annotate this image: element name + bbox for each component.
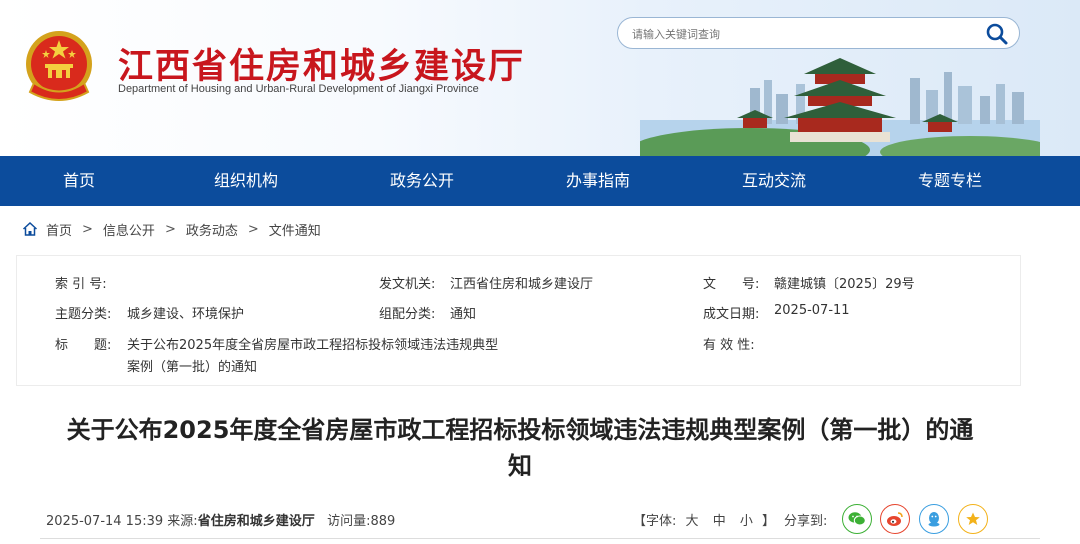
document-metadata: 索 引 号: 发文机关: 江西省住房和城乡建设厅 文 号: 赣建城镇〔2025〕… <box>16 255 1021 386</box>
assembly-category-label: 组配分类: <box>379 307 436 322</box>
article-title-line1: 关于公布2025年度全省房屋市政工程招标投标领域违法违规典型案例（第一批）的通 <box>66 416 974 444</box>
breadcrumb-separator: > <box>247 221 259 237</box>
nav-item-organization[interactable]: 组织机构 <box>158 156 334 206</box>
written-date-value: 2025-07-11 <box>774 303 850 318</box>
title-value-line1: 关于公布2025年度全省房屋市政工程招标投标领域违法违规典型 <box>127 338 499 353</box>
assembly-category-value: 通知 <box>450 307 477 322</box>
font-size-close: 】 <box>762 514 776 529</box>
share-weibo-button[interactable] <box>880 504 910 534</box>
issuer-label: 发文机关: <box>379 277 436 292</box>
nav-item-government-affairs[interactable]: 政务公开 <box>334 156 510 206</box>
site-subtitle: Department of Housing and Urban-Rural De… <box>118 83 479 95</box>
favorite-icon <box>966 512 980 525</box>
nav-item-special-topics[interactable]: 专题专栏 <box>862 156 1038 206</box>
home-icon[interactable] <box>22 221 38 237</box>
breadcrumb-separator: > <box>164 221 176 237</box>
wechat-icon <box>848 512 866 526</box>
main-nav: 首页 组织机构 政务公开 办事指南 互动交流 专题专栏 <box>0 156 1080 206</box>
font-size-selector: 【字体: 大 中 小 】 <box>633 510 775 529</box>
pavilion-scenery-image <box>640 58 1040 156</box>
breadcrumb-separator: > <box>82 221 93 237</box>
font-size-label: 【字体: <box>633 514 677 529</box>
share-wechat-button[interactable] <box>842 504 872 534</box>
topic-category-value: 城乡建设、环境保护 <box>127 307 245 322</box>
document-number-label: 文 号: <box>703 277 760 292</box>
breadcrumb-info-disclosure[interactable]: 信息公开 <box>103 220 155 239</box>
validity-label: 有 效 性: <box>703 338 755 353</box>
font-size-medium[interactable]: 中 <box>713 514 726 529</box>
weibo-icon <box>887 512 903 526</box>
article-title: 关于公布2025年度全省房屋市政工程招标投标领域违法违规典型案例（第一批）的通 … <box>30 412 1010 484</box>
article-title-line2: 知 <box>508 452 532 480</box>
breadcrumb-government-news[interactable]: 政务动态 <box>186 220 238 239</box>
views-value: 889 <box>370 514 396 529</box>
search-box <box>617 17 1020 49</box>
written-date-label: 成文日期: <box>703 307 760 322</box>
title-value-line2: 案例（第一批）的通知 <box>127 360 258 375</box>
search-icon[interactable] <box>985 22 1009 46</box>
breadcrumb-file-notices[interactable]: 文件通知 <box>269 220 321 239</box>
national-emblem-icon <box>26 31 92 101</box>
document-number-value: 赣建城镇〔2025〕29号 <box>774 277 915 292</box>
search-input[interactable] <box>630 24 974 44</box>
topic-category-label: 主题分类: <box>55 307 112 322</box>
content-divider <box>40 538 1040 539</box>
source-value: 省住房和城乡建设厅 <box>197 514 315 529</box>
views-label: 访问量: <box>327 514 371 529</box>
article-info: 2025-07-14 15:39 来源:省住房和城乡建设厅 访问量:889 <box>46 510 395 529</box>
share-label: 分享到: <box>784 514 828 529</box>
font-size-small[interactable]: 小 <box>740 514 753 529</box>
issuer-value: 江西省住房和城乡建设厅 <box>450 277 594 292</box>
breadcrumb: 首页 > 信息公开 > 政务动态 > 文件通知 <box>22 218 321 240</box>
nav-item-service-guide[interactable]: 办事指南 <box>510 156 686 206</box>
nav-item-interaction[interactable]: 互动交流 <box>686 156 862 206</box>
source-label: 来源: <box>167 514 198 529</box>
share-favorite-button[interactable] <box>958 504 988 534</box>
qq-icon <box>928 512 940 527</box>
site-title[interactable]: 江西省住房和城乡建设厅 <box>118 38 525 89</box>
index-number-label: 索 引 号: <box>55 277 107 292</box>
publish-time: 2025-07-14 15:39 <box>46 514 164 529</box>
breadcrumb-home[interactable]: 首页 <box>46 220 72 239</box>
share-qq-button[interactable] <box>919 504 949 534</box>
nav-item-home[interactable]: 首页 <box>0 156 158 206</box>
title-label: 标 题: <box>55 338 112 353</box>
font-size-large[interactable]: 大 <box>686 514 699 529</box>
site-header: 江西省住房和城乡建设厅 Department of Housing and Ur… <box>0 0 1080 156</box>
